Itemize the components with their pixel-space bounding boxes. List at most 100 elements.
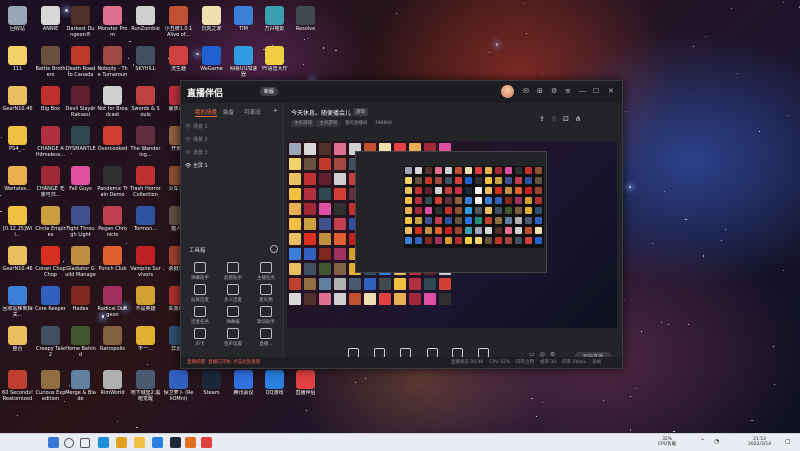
desktop-icon[interactable]: CHANGE A Homeless... [35,124,66,164]
room-badge[interactable]: 游戏 [353,108,368,116]
desktop-icon[interactable]: Overcooked [97,124,128,164]
tab-scenes[interactable]: 我的场景 [195,108,218,117]
qq-icon[interactable] [152,437,163,448]
desktop-icon[interactable]: TIM [228,4,259,44]
scene-item[interactable]: 👁 场景 2 [185,134,279,146]
desktop-icon[interactable]: GearN10.46 [2,244,33,284]
tool-button[interactable]: 直播... [250,326,282,354]
stream-preview[interactable] [287,141,617,328]
subcategory-chip[interactable]: 主机游戏 [316,120,341,127]
desktop-icon[interactable]: The Wandering... [130,124,161,164]
link-icon[interactable]: ⋔ [575,115,587,123]
edge-icon[interactable] [98,437,109,448]
notification-icon[interactable]: ▢ [785,439,791,445]
desktop-icon[interactable]: Fight Through Light [65,204,96,244]
desktop-icon[interactable]: Darkest Dungeon® [65,4,96,44]
search-icon[interactable] [64,438,74,448]
desktop-icon[interactable]: Fall Guys [65,164,96,204]
close-icon[interactable]: ✕ [608,87,614,95]
desktop-icon[interactable]: 保卫萝卜 (ReliOMni) [163,368,194,408]
desktop-icon[interactable]: PS4_... [2,124,33,164]
desktop-icon[interactable]: [0.12.25]Wil... [2,204,33,244]
desktop-icon[interactable]: Curious Expedition [35,368,66,408]
windows-start-icon[interactable] [48,437,59,448]
desktop-icon[interactable]: 直播伴侣 [290,368,321,408]
desktop-icon[interactable]: 不一... [130,324,161,364]
notice-text[interactable]: 直播提醒: 直播已开始, 点击此处查看 [187,359,260,365]
live-companion-icon[interactable] [201,437,212,448]
room-link[interactable]: 我的直播间 [342,120,371,127]
desktop-icon[interactable]: SKYHILL [130,44,161,84]
bell-icon[interactable]: ♢ [551,115,563,123]
desktop-icon[interactable]: 万兴喵影 [259,4,290,44]
desktop-icon[interactable]: 回收站 [2,4,33,44]
tray-chevron-icon[interactable]: ⌃ [700,439,705,445]
steam-icon[interactable] [170,437,181,448]
scene-item[interactable]: 👁 全屏 1 [185,160,279,172]
desktop-icon[interactable]: DYSMANTLE [65,124,96,164]
desktop-icon[interactable]: Merge & Blade [65,368,96,408]
desktop-icon[interactable]: QQ游戏 [259,368,290,408]
desktop-icon[interactable]: 60 Seconds! Reatomized [2,368,33,408]
desktop-icon[interactable]: Gladiator Guild Manager [65,244,96,284]
desktop-icon[interactable]: Pegan Chronicle [97,204,128,244]
desktop-icon[interactable]: Monster Prom [97,4,128,44]
settings-icon[interactable]: ⚙ [551,87,557,95]
desktop-icon[interactable]: GearN10.46 [2,84,33,124]
desktop-icon[interactable]: 111 [2,44,33,84]
scene-item[interactable]: 👁 场景 1 [185,121,279,133]
desktop-icon[interactable]: RimWorld [97,368,128,408]
desktop-icon[interactable]: 回收站移到相关... [2,284,33,324]
lock-icon[interactable]: ⊡ [563,115,575,123]
share-icon[interactable]: ⇪ [539,115,551,123]
desktop-icon[interactable]: Not for Broadcast [97,84,128,124]
add-scene-icon[interactable]: + [273,108,278,114]
desktop-icon[interactable]: 整合 [2,324,33,364]
desktop-icon[interactable]: 洗生趣 [163,44,194,84]
desktop-icon[interactable]: WeGame [196,44,227,84]
desktop-icon[interactable]: Home Behind [65,324,96,364]
desktop-icon[interactable]: Death Road to Canada [65,44,96,84]
desktop-icon[interactable]: Resolve [290,4,321,44]
desktop-icon[interactable]: 小丑牌1.0.1 Alive of... [163,4,194,44]
desktop-icon[interactable]: ANNIE [35,4,66,44]
scene-item[interactable]: 👁 场景 3 [185,147,279,159]
desktop-icon[interactable]: Wartales... [2,164,33,204]
maximize-icon[interactable]: ☐ [593,87,599,95]
live-companion-window[interactable]: 直播伴侣 新版 ✉ ⊞ ⚙ ≡ — ☐ ✕ 我的场景 装备 可滚动 + 👁 场景… [180,80,623,369]
desktop-icon[interactable]: Pandemic Train Demo [97,164,128,204]
category-chip[interactable]: 主机游戏 [291,120,315,127]
desktop-icon[interactable]: Devil Slayer Raksasi [65,84,96,124]
file-explorer-icon[interactable] [134,437,145,448]
desktop-icon[interactable]: Trash Horror Collection [130,164,161,204]
desktop-icon[interactable]: Punch Club [97,244,128,284]
desktop-icon[interactable]: YY语音大厅 [259,44,290,84]
clock[interactable]: 21:53 2022/3/14 [748,437,771,447]
desktop-icon[interactable]: 地下城堡2:黑暗觉醒 [130,368,161,408]
desktop-icon[interactable]: Big Box [35,84,66,124]
version-badge[interactable]: 新版 [260,87,279,96]
desktop-icon[interactable]: 网易UU加速器 [228,44,259,84]
desktop-icon[interactable]: Circle Empires [35,204,66,244]
tab-equipment[interactable]: 装备 [223,108,234,116]
titlebar[interactable]: 直播伴侣 新版 ✉ ⊞ ⚙ ≡ — ☐ ✕ [181,81,622,103]
desktop-icon[interactable]: Hades [65,284,96,324]
task-view-icon[interactable] [80,438,90,448]
minimize-icon[interactable]: — [579,87,586,95]
avatar[interactable] [501,85,514,98]
chrome-icon[interactable] [116,437,127,448]
desktop-icon[interactable]: 腾讯会议 [228,368,259,408]
menu-icon[interactable]: ≡ [565,87,571,95]
mail-icon[interactable]: ✉ [523,87,529,95]
desktop-icon[interactable]: 不是英雄 [130,284,161,324]
desktop-icon[interactable]: Conan Chop Chop [35,244,66,284]
desktop-icon[interactable]: Nobody - The Turnaround [97,44,128,84]
network-icon[interactable]: ◔ [714,439,719,445]
tools-toggle-icon[interactable] [270,245,278,253]
room-title[interactable]: 今天休息。随便播会儿 [291,108,351,117]
desktop-icon[interactable]: Battle Brothers [35,44,66,84]
tab-scroll[interactable]: 可滚动 [244,108,261,116]
tool-button[interactable]: 变声设置 [217,326,249,354]
desktop-icon[interactable]: Radical Dungeon [97,284,128,324]
desktop-icon[interactable]: Steam [196,368,227,408]
